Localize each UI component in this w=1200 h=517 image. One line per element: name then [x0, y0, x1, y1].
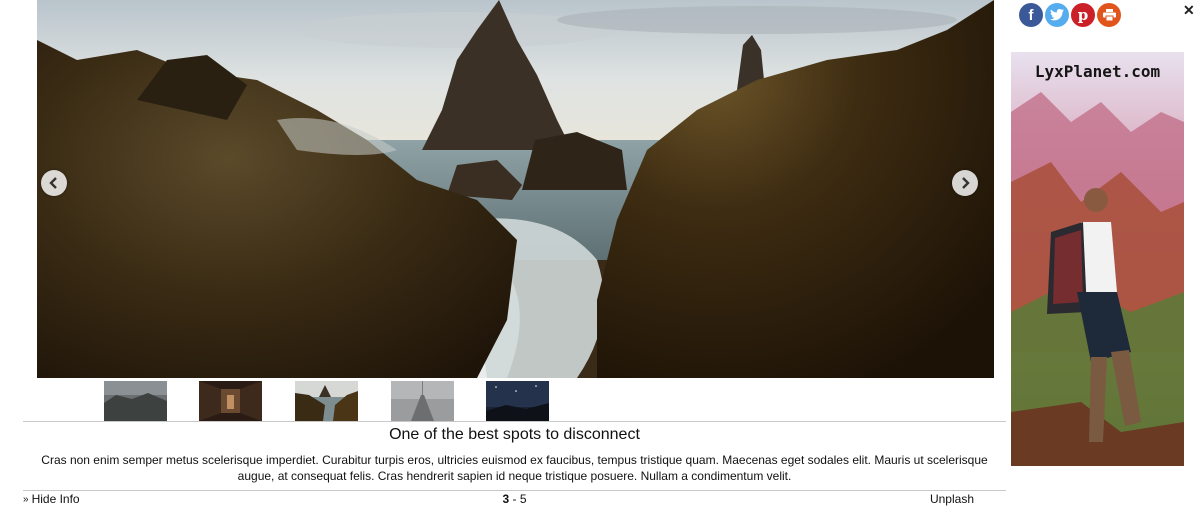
thumbnail-3[interactable]	[295, 381, 358, 421]
counter-separator: -	[509, 492, 520, 506]
caption-top-divider	[23, 421, 1006, 422]
print-icon[interactable]	[1097, 3, 1121, 27]
previous-arrow-button[interactable]	[41, 170, 67, 196]
thumbnail-2[interactable]	[199, 381, 262, 421]
facebook-icon[interactable]: f	[1019, 3, 1043, 27]
sea-rocks-image	[37, 0, 994, 378]
ad-hiker-image	[1011, 52, 1184, 466]
chevron-left-icon	[49, 177, 57, 189]
slide-description: Cras non enim semper metus scelerisque i…	[41, 453, 988, 483]
slide-counter: 3 - 5	[23, 492, 1006, 506]
ad-brand-name: LyxPlanet.com	[1034, 62, 1161, 81]
thumbnail-image	[295, 381, 358, 421]
thumbnail-image	[104, 381, 167, 421]
thumbnail-1[interactable]	[104, 381, 167, 421]
footer-divider	[23, 490, 1006, 491]
slide-title: One of the best spots to disconnect	[389, 426, 640, 443]
thumbnail-4[interactable]	[391, 381, 454, 421]
thumbnail-image	[199, 381, 262, 421]
share-buttons: f p	[1019, 3, 1121, 27]
close-icon[interactable]: ✕	[1183, 2, 1195, 19]
slideshow-footer: » Hide Info 3 - 5 Unplash	[23, 492, 1006, 508]
thumbnail-5[interactable]	[486, 381, 549, 421]
twitter-icon[interactable]	[1045, 3, 1069, 27]
thumbnail-image	[391, 381, 454, 421]
next-arrow-button[interactable]	[952, 170, 978, 196]
photo-source-link[interactable]: Unplash	[930, 492, 974, 506]
pinterest-icon[interactable]: p	[1071, 3, 1095, 27]
main-photo	[37, 0, 994, 378]
advertisement-banner[interactable]: LyxPlanet.com	[1011, 52, 1184, 466]
chevron-right-icon	[962, 177, 970, 189]
thumbnail-image	[486, 381, 549, 421]
total-slides-number: 5	[519, 492, 527, 506]
